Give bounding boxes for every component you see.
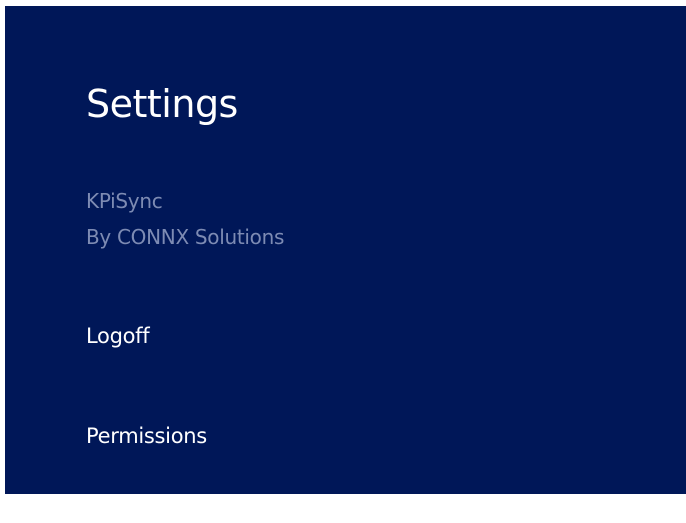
logoff-link[interactable]: Logoff	[86, 322, 150, 350]
app-info: KPiSync By CONNX Solutions	[86, 183, 284, 255]
settings-title: Settings	[86, 82, 238, 126]
settings-flyout: Settings KPiSync By CONNX Solutions Logo…	[5, 6, 686, 494]
permissions-link[interactable]: Permissions	[86, 422, 207, 450]
app-name: KPiSync	[86, 189, 163, 213]
app-publisher: By CONNX Solutions	[86, 225, 285, 249]
